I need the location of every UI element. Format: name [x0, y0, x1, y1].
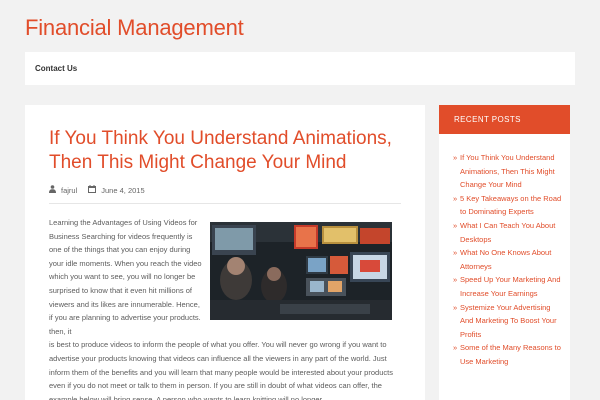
post-date[interactable]: June 4, 2015 [101, 186, 144, 195]
recent-post-link[interactable]: If You Think You Understand Animations, … [453, 151, 565, 192]
meta-divider [49, 203, 401, 204]
recent-post-link[interactable]: Some of the Many Reasons to Use Marketin… [453, 341, 565, 368]
site-title[interactable]: Financial Management [25, 15, 244, 41]
main-nav: Contact Us [25, 52, 575, 85]
user-icon [49, 185, 56, 195]
post-meta: fajrul June 4, 2015 [49, 185, 145, 195]
post-article: If You Think You Understand Animations, … [25, 105, 425, 400]
recent-post-link[interactable]: Speed Up Your Marketing And Increase You… [453, 273, 565, 300]
post-author[interactable]: fajrul [61, 186, 77, 195]
nav-item-contact-us[interactable]: Contact Us [35, 64, 77, 73]
recent-posts-list: If You Think You Understand Animations, … [453, 151, 565, 369]
recent-post-link[interactable]: What I Can Teach You About Desktops [453, 219, 565, 246]
recent-post-link[interactable]: Systemize Your Advertising And Marketing… [453, 301, 565, 342]
post-body: Learning the Advantages of Using Videos … [49, 216, 403, 400]
post-paragraph-full: is best to produce videos to inform the … [49, 340, 393, 400]
post-paragraph-wrapped: Learning the Advantages of Using Videos … [49, 218, 202, 336]
recent-posts-title: RECENT POSTS [439, 105, 570, 134]
recent-post-link[interactable]: What No One Knows About Attorneys [453, 246, 565, 273]
post-title[interactable]: If You Think You Understand Animations, … [49, 127, 409, 175]
calendar-icon [88, 185, 97, 195]
recent-post-link[interactable]: 5 Key Takeaways on the Road to Dominatin… [453, 192, 565, 219]
sidebar: RECENT POSTS If You Think You Understand… [439, 105, 570, 400]
